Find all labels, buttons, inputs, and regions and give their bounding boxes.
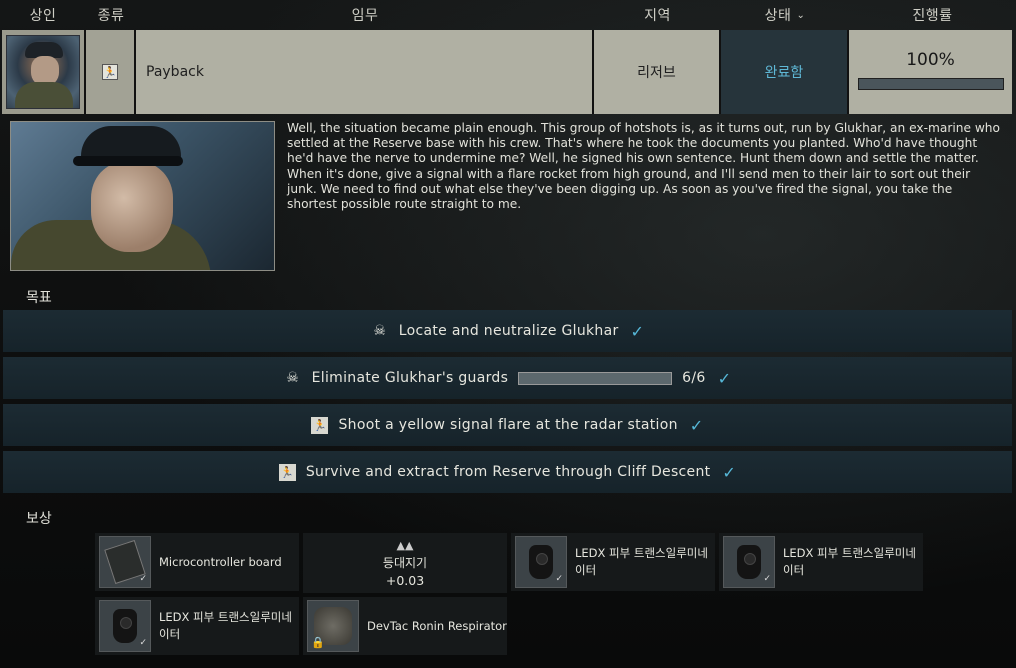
progress-percent: 100%	[906, 50, 955, 70]
reward-name: Microcontroller board	[159, 554, 282, 569]
reputation-value: +0.03	[385, 572, 425, 588]
reputation-trader: 등대지기	[382, 555, 428, 570]
objective-row: 🏃 Survive and extract from Reserve throu…	[3, 451, 1012, 493]
lock-icon: 🔒	[311, 636, 325, 649]
objectives-label: 목표	[26, 290, 52, 306]
task-row[interactable]: 🏃 Payback 리저브 완료함 100%	[2, 30, 1014, 114]
task-description: Well, the situation became plain enough.…	[287, 121, 1000, 212]
skull-icon: ☠	[286, 370, 300, 386]
reputation-reward: ▲▲ 등대지기 +0.03	[303, 533, 507, 593]
respirator-icon: 🔒	[307, 600, 359, 652]
objective-progress-fill	[519, 372, 672, 384]
progress-bar	[857, 78, 1004, 90]
objective-row: ☠ Eliminate Glukhar's guards 6/6 ✓	[3, 357, 1012, 399]
header-type[interactable]: 종류	[86, 0, 136, 30]
header-location[interactable]: 지역	[594, 0, 721, 30]
type-cell: 🏃	[86, 30, 136, 114]
ledx-icon: ✓	[723, 536, 775, 588]
trader-cell	[2, 30, 86, 114]
check-icon: ✓	[722, 462, 737, 482]
reward-item[interactable]: ✓ LEDX 피부 트랜스일루미네이터	[95, 597, 299, 655]
objective-progress-bar	[518, 371, 673, 385]
objective-count: 6/6	[682, 370, 706, 386]
objective-row: 🏃 Shoot a yellow signal flare at the rad…	[3, 404, 1012, 446]
check-icon: ✓	[630, 321, 645, 341]
table-header: 상인 종류 임무 지역 상태 ⌄ 진행률	[0, 0, 1016, 30]
reward-item[interactable]: ✓ Microcontroller board	[95, 533, 299, 591]
ledx-icon: ✓	[99, 600, 151, 652]
trader-avatar	[6, 35, 80, 109]
trader-portrait-large	[10, 121, 275, 271]
progress-cell: 100%	[849, 30, 1012, 114]
reward-name: LEDX 피부 트랜스일루미네이터	[159, 610, 292, 641]
progress-bar-fill	[858, 79, 1003, 89]
task-name: Payback	[136, 30, 594, 114]
exit-icon: 🏃	[278, 463, 296, 481]
check-icon: ✓	[689, 415, 704, 435]
microcontroller-board-icon: ✓	[99, 536, 151, 588]
objective-text: Eliminate Glukhar's guards	[311, 370, 509, 386]
check-icon: ✓	[717, 368, 732, 388]
exit-icon: 🏃	[102, 64, 118, 80]
reward-name: LEDX 피부 트랜스일루미네이터	[575, 546, 708, 577]
objective-text: Locate and neutralize Glukhar	[398, 323, 619, 339]
reward-name: LEDX 피부 트랜스일루미네이터	[783, 546, 916, 577]
header-status[interactable]: 상태 ⌄	[721, 0, 849, 30]
header-status-label: 상태	[764, 8, 792, 24]
task-status: 완료함	[721, 30, 849, 114]
task-location: 리저브	[594, 30, 721, 114]
objective-text: Survive and extract from Reserve through…	[305, 464, 711, 480]
header-task[interactable]: 임무	[136, 0, 594, 30]
reward-name: DevTac Ronin Respirator	[367, 618, 507, 633]
exit-icon: 🏃	[311, 416, 329, 434]
chevron-down-icon: ⌄	[796, 9, 806, 21]
header-progress[interactable]: 진행률	[849, 0, 1016, 30]
rewards-label: 보상	[26, 511, 52, 527]
objective-row: ☠ Locate and neutralize Glukhar ✓	[3, 310, 1012, 352]
ledx-icon: ✓	[515, 536, 567, 588]
header-trader[interactable]: 상인	[0, 0, 86, 30]
reward-item[interactable]: ✓ LEDX 피부 트랜스일루미네이터	[511, 533, 715, 591]
reward-item[interactable]: ✓ LEDX 피부 트랜스일루미네이터	[719, 533, 923, 591]
reputation-icon: ▲▲	[396, 538, 414, 552]
skull-icon: ☠	[373, 323, 387, 339]
objective-text: Shoot a yellow signal flare at the radar…	[338, 417, 678, 433]
reward-item[interactable]: 🔒 DevTac Ronin Respirator	[303, 597, 507, 655]
